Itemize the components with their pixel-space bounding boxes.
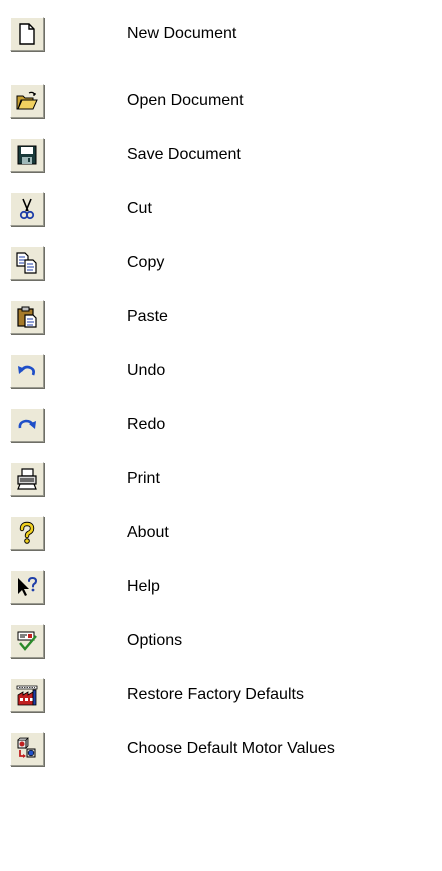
print-label: Print (127, 470, 160, 487)
toolbar-legend: New Document Open Document Save Document… (0, 0, 442, 871)
legend-row-new-document: New Document (0, 17, 442, 53)
help-label: Help (127, 578, 160, 595)
new-document-button[interactable] (10, 17, 44, 51)
context-help-icon (15, 575, 39, 599)
choose-default-motor-values-label: Choose Default Motor Values (127, 740, 335, 757)
copy-label: Copy (127, 254, 165, 271)
new-document-label: New Document (127, 25, 237, 42)
undo-label: Undo (127, 362, 166, 379)
floppy-disk-icon (15, 143, 39, 167)
choose-default-motor-values-button[interactable] (10, 732, 44, 766)
redo-arrow-icon (15, 413, 39, 437)
new-document-icon (15, 22, 39, 46)
redo-label: Redo (127, 416, 166, 433)
open-folder-icon (15, 89, 39, 113)
save-document-button[interactable] (10, 138, 44, 172)
legend-row-paste: Paste (0, 300, 442, 336)
options-button[interactable] (10, 624, 44, 658)
paste-button[interactable] (10, 300, 44, 334)
legend-row-choose-default-motor-values: Choose Default Motor Values (0, 732, 442, 768)
legend-row-copy: Copy (0, 246, 442, 282)
options-checkmark-icon (15, 629, 39, 653)
undo-arrow-icon (15, 359, 39, 383)
undo-button[interactable] (10, 354, 44, 388)
about-button[interactable] (10, 516, 44, 550)
motor-values-icon (15, 737, 39, 761)
legend-row-about: About (0, 516, 442, 552)
options-label: Options (127, 632, 183, 649)
paste-label: Paste (127, 308, 168, 325)
legend-row-redo: Redo (0, 408, 442, 444)
factory-icon (15, 683, 39, 707)
redo-button[interactable] (10, 408, 44, 442)
restore-factory-defaults-label: Restore Factory Defaults (127, 686, 304, 703)
legend-row-cut: Cut (0, 192, 442, 228)
question-mark-icon (15, 521, 39, 545)
legend-row-undo: Undo (0, 354, 442, 390)
help-button[interactable] (10, 570, 44, 604)
legend-row-open-document: Open Document (0, 84, 442, 120)
scissors-icon (15, 197, 39, 221)
restore-factory-defaults-button[interactable] (10, 678, 44, 712)
copy-icon (15, 251, 39, 275)
save-document-label: Save Document (127, 146, 241, 163)
legend-row-options: Options (0, 624, 442, 660)
print-button[interactable] (10, 462, 44, 496)
copy-button[interactable] (10, 246, 44, 280)
cut-button[interactable] (10, 192, 44, 226)
legend-row-help: Help (0, 570, 442, 606)
about-label: About (127, 524, 169, 541)
open-document-button[interactable] (10, 84, 44, 118)
printer-icon (15, 467, 39, 491)
cut-label: Cut (127, 200, 152, 217)
legend-row-save-document: Save Document (0, 138, 442, 174)
clipboard-icon (15, 305, 39, 329)
legend-row-print: Print (0, 462, 442, 498)
open-document-label: Open Document (127, 92, 244, 109)
legend-row-restore-factory-defaults: Restore Factory Defaults (0, 678, 442, 714)
